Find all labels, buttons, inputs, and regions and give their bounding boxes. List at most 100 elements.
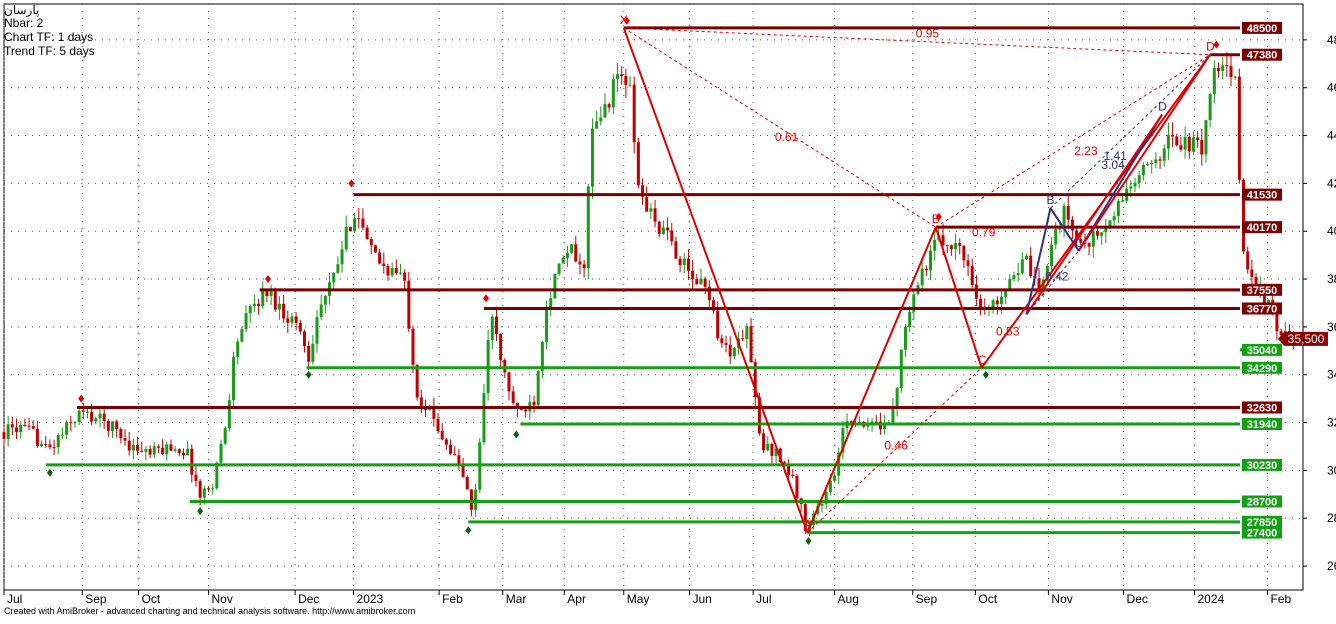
candle-body	[227, 400, 231, 429]
candle-body	[1175, 136, 1179, 146]
candle-body	[1221, 65, 1225, 72]
candle-body	[152, 446, 156, 455]
pattern-ratio-label: 0.61	[775, 130, 799, 144]
candle-body	[277, 303, 281, 310]
candle-body	[94, 418, 98, 422]
candle-body	[749, 326, 753, 363]
swing-high-marker	[264, 275, 271, 284]
x-tick-label: Feb	[1271, 592, 1292, 606]
candle-body	[232, 357, 236, 401]
y-tick-label: 30,000	[1327, 463, 1336, 477]
candle-body	[69, 422, 73, 424]
candle-body	[962, 245, 966, 261]
trend-timeframe-label: Trend TF: 5 days	[4, 44, 95, 58]
candle-body	[290, 316, 294, 323]
candle-body	[307, 345, 311, 362]
candle-body	[1100, 232, 1104, 236]
y-tick-label: 36,000	[1327, 320, 1336, 334]
support-level-label: 27400	[1247, 528, 1278, 540]
last-price-label: 35,500	[1288, 332, 1325, 346]
x-tick-label: Jul	[7, 592, 22, 606]
candle-body	[282, 303, 286, 319]
support-level-label: 34290	[1247, 363, 1278, 375]
candle-body	[929, 250, 933, 271]
candle-body	[115, 421, 119, 429]
candle-body	[686, 258, 690, 271]
candle-body	[35, 428, 39, 447]
candle-body	[503, 360, 507, 373]
candle-body	[924, 268, 928, 271]
pattern-leg	[934, 226, 983, 369]
candle-body	[373, 245, 377, 253]
candle-body	[1116, 201, 1120, 217]
candle-body	[1012, 275, 1016, 280]
candle-body	[23, 425, 27, 427]
pattern-ratio-label: 2.23	[1074, 144, 1098, 158]
candle-body	[269, 291, 273, 297]
candle-body	[670, 230, 674, 242]
candle-body	[933, 239, 937, 251]
candle-body	[741, 338, 745, 340]
candle-body	[419, 397, 423, 407]
candle-body	[73, 422, 77, 424]
x-tick-label: Dec	[1127, 592, 1148, 606]
candle-body	[674, 241, 678, 259]
candle-body	[1225, 65, 1229, 67]
candle-body	[586, 186, 590, 269]
candle-body	[15, 427, 19, 433]
candle-body	[574, 244, 578, 262]
candle-body	[1120, 200, 1124, 202]
price-chart[interactable]: 26,000 28,000 30,000 32,000 34,000 36,000 38,0…	[0, 0, 1336, 619]
candle-body	[2, 432, 6, 439]
candle-body	[348, 226, 352, 232]
candle-body	[954, 242, 958, 250]
candle-body	[140, 450, 144, 452]
candle-body	[545, 308, 549, 342]
candle-body	[315, 317, 319, 344]
candle-body	[653, 208, 657, 222]
candle-body	[599, 117, 603, 122]
candle-body	[390, 268, 394, 276]
candle-body	[1146, 164, 1150, 166]
candle-body	[252, 303, 256, 307]
swing-low-marker	[805, 536, 812, 545]
candle-body	[1216, 67, 1220, 72]
candle-body	[524, 409, 528, 412]
x-tick-label: 2024	[1197, 592, 1224, 606]
candle-body	[332, 272, 336, 283]
x-tick-label: Sep	[916, 592, 938, 606]
inner-pattern-ratio-label: 1.41	[1104, 149, 1128, 163]
candle-body	[695, 279, 699, 285]
candle-body	[465, 476, 469, 490]
candle-body	[440, 430, 444, 440]
candle-body	[724, 343, 728, 345]
candle-body	[453, 453, 457, 456]
candle-body	[703, 278, 707, 287]
candle-body	[636, 142, 640, 186]
candle-body	[369, 239, 373, 246]
swing-low-marker	[513, 430, 520, 439]
candle-body	[974, 284, 978, 299]
candle-body	[144, 448, 148, 452]
candle-body	[311, 343, 315, 362]
candle-body	[1029, 255, 1033, 277]
candle-body	[682, 258, 686, 265]
candle-body	[1200, 140, 1204, 155]
candle-body	[261, 290, 265, 307]
candle-body	[616, 74, 620, 80]
candle-body	[494, 316, 498, 334]
candle-body	[177, 449, 181, 454]
candle-body	[244, 313, 248, 330]
candle-body	[1179, 145, 1183, 150]
y-tick-label: 46,000	[1327, 81, 1336, 95]
resistance-level-label: 40170	[1247, 222, 1278, 234]
y-tick-label: 42,000	[1327, 176, 1336, 190]
candle-body	[207, 488, 211, 490]
candle-body	[469, 489, 473, 510]
candle-body	[386, 265, 390, 276]
candle-body	[565, 252, 569, 258]
candle-body	[1141, 165, 1145, 176]
candle-body	[557, 263, 561, 274]
candle-body	[407, 280, 411, 329]
candle-body	[728, 344, 732, 357]
